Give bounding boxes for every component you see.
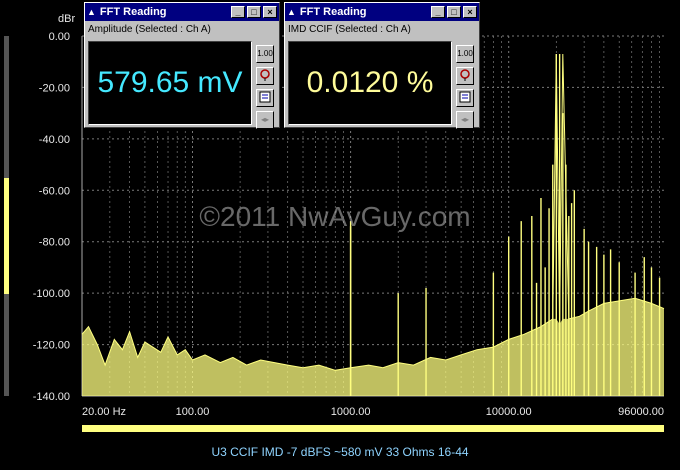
y-tick-label: -40.00 [39,134,70,146]
y-tick-label: -80.00 [39,237,70,249]
arrows-icon[interactable]: ◂▸ [256,111,274,129]
app-icon: ▲ [87,7,96,17]
minimize-button[interactable]: _ [431,6,445,18]
y-tick-label: 0.00 [49,31,70,43]
x-tick-label: 10000.00 [486,406,532,418]
y-tick-label: -140.00 [33,391,70,403]
x-tick-label: 1000.00 [331,406,371,418]
scale-button[interactable]: 1.00 [456,45,474,63]
notepad-icon[interactable] [456,89,474,107]
scale-button[interactable]: 1.00 [256,45,274,63]
close-button[interactable]: × [263,6,277,18]
x-tick-label: 20.00 Hz [82,406,126,418]
window-title-bar[interactable]: ▲ FFT Reading _ □ × [85,3,279,21]
y-axis-unit: dBr [58,13,75,25]
window-subtitle: IMD CCIF (Selected : Ch A) [288,24,411,35]
caption: U3 CCIF IMD -7 dBFS ~580 mV 33 Ohms 16-4… [211,445,469,459]
tool-button-column: 1.00 ◂▸ [456,45,476,133]
window-subtitle: Amplitude (Selected : Ch A) [88,24,211,35]
x-tick-label: 96000.00 [618,406,664,418]
notepad-icon[interactable] [256,89,274,107]
maximize-button[interactable]: □ [447,6,461,18]
tool-button-column: 1.00 ◂▸ [256,45,276,133]
arrows-icon[interactable]: ◂▸ [456,111,474,129]
fft-reading-window-imd[interactable]: ▲ FFT Reading _ □ × IMD CCIF (Selected :… [284,2,480,129]
window-title: FFT Reading [299,6,367,18]
y-tick-label: -120.00 [33,340,70,352]
y-tick-label: -60.00 [39,185,70,197]
probe-icon[interactable] [456,67,474,85]
probe-icon[interactable] [256,67,274,85]
x-tick-label: 100.00 [176,406,210,418]
imd-readout: 0.0120 % [288,41,452,125]
window-title: FFT Reading [99,6,167,18]
amplitude-readout: 579.65 mV [88,41,252,125]
y-tick-labels: 0.00 -20.00 -40.00 -60.00 -80.00 -100.00 -120.… [33,31,70,403]
watermark: ©2011 NwAvGuy.com [199,201,470,232]
fft-reading-window-amplitude[interactable]: ▲ FFT Reading _ □ × Amplitude (Selected … [84,2,280,129]
app-icon: ▲ [287,7,296,17]
close-button[interactable]: × [463,6,477,18]
bottom-scroll-bar[interactable] [82,425,664,432]
window-title-bar[interactable]: ▲ FFT Reading _ □ × [285,3,479,21]
minimize-button[interactable]: _ [231,6,245,18]
x-tick-labels: 20.00 Hz 100.00 1000.00 10000.00 96000.00 [82,406,664,418]
y-tick-label: -20.00 [39,82,70,94]
maximize-button[interactable]: □ [247,6,261,18]
y-tick-label: -100.00 [33,288,70,300]
